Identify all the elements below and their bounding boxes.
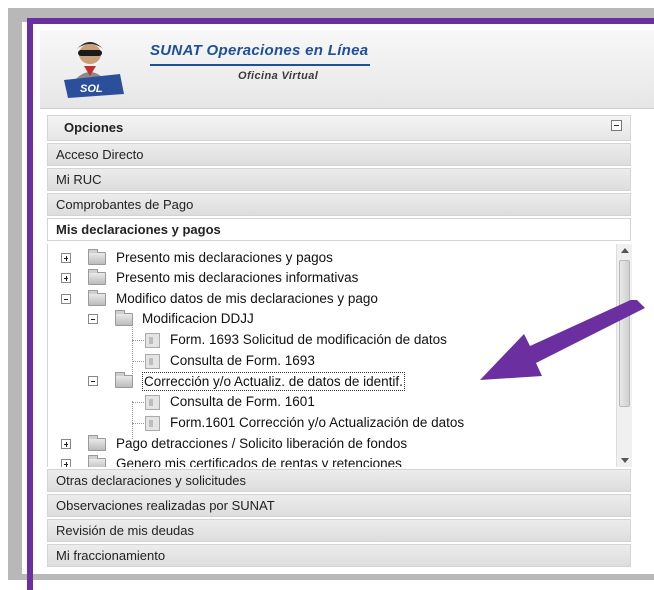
tree-item-label: Form.1601 Corrección y/o Actualización d… (170, 415, 465, 430)
folder-icon (88, 269, 106, 285)
collapse-node-icon[interactable] (61, 294, 71, 304)
opciones-label: Opciones (64, 120, 124, 135)
expand-icon[interactable] (61, 273, 71, 283)
tree-item-form-1601[interactable]: Form.1601 Corrección y/o Actualización d… (48, 413, 608, 433)
menu-acceso-directo[interactable]: Acceso Directo (47, 143, 631, 166)
title-underline (150, 64, 370, 66)
opciones-header[interactable]: Opciones (47, 115, 631, 141)
annotation-frame-left (27, 18, 33, 590)
folder-icon (88, 249, 106, 265)
tree-item-genero-certificados[interactable]: Genero mis certificados de rentas y rete… (48, 454, 608, 467)
collapse-node-icon[interactable] (88, 314, 98, 324)
tree-item-label: Pago detracciones / Solicito liberación … (116, 436, 408, 451)
tree-item-label: Presento mis declaraciones informativas (116, 270, 359, 285)
expand-icon[interactable] (61, 459, 71, 467)
menu-revision-deudas[interactable]: Revisión de mis deudas (47, 519, 631, 542)
tree-item-label: Form. 1693 Solicitud de modificación de … (170, 332, 447, 347)
document-icon (145, 354, 160, 369)
menu-mi-fraccionamiento[interactable]: Mi fraccionamiento (47, 544, 631, 567)
tree-item-label: Genero mis certificados de rentas y rete… (116, 456, 402, 467)
document-icon (145, 395, 160, 410)
annotation-arrow-icon (480, 300, 645, 380)
tree-item-label: Modificacion DDJJ (142, 311, 254, 326)
app-title: SUNAT Operaciones en Línea (150, 42, 369, 59)
sunat-header: SOL SUNAT Operaciones en Línea Oficina V… (40, 30, 654, 109)
sol-logo: SOL (58, 36, 130, 100)
tree-item-consulta-1601[interactable]: Consulta de Form. 1601 (48, 392, 608, 412)
logo-badge-text: SOL (80, 83, 103, 95)
folder-icon (88, 455, 106, 467)
expand-icon[interactable] (61, 439, 71, 449)
menu-otras-declaraciones[interactable]: Otras declaraciones y solicitudes (47, 469, 631, 492)
document-icon (145, 416, 160, 431)
scroll-up-icon[interactable] (621, 248, 629, 253)
folder-open-icon (88, 290, 106, 306)
menu-mi-ruc[interactable]: Mi RUC (47, 168, 631, 191)
collapse-icon[interactable] (611, 120, 622, 131)
menu-comprobantes-de-pago[interactable]: Comprobantes de Pago (47, 193, 631, 216)
tree-item-presento-declaraciones[interactable]: Presento mis declaraciones y pagos (48, 248, 608, 268)
tree-item-label: Consulta de Form. 1693 (170, 353, 315, 368)
app-subtitle: Oficina Virtual (238, 70, 319, 82)
scroll-down-icon[interactable] (621, 458, 629, 463)
folder-open-icon (115, 310, 133, 326)
tree-item-label: Modifico datos de mis declaraciones y pa… (116, 291, 378, 306)
menu-mis-declaraciones[interactable]: Mis declaraciones y pagos (47, 218, 631, 241)
tree-item-label-selected: Corrección y/o Actualiz. de datos de ide… (142, 372, 405, 391)
document-icon (145, 333, 160, 348)
tree-item-label: Presento mis declaraciones y pagos (116, 250, 333, 265)
tree-item-presento-informativas[interactable]: Presento mis declaraciones informativas (48, 268, 608, 288)
expand-icon[interactable] (61, 253, 71, 263)
folder-icon (88, 435, 106, 451)
tree-item-pago-detracciones[interactable]: Pago detracciones / Solicito liberación … (48, 434, 608, 454)
folder-open-icon (115, 372, 133, 388)
annotation-frame-top (27, 18, 654, 24)
menu-observaciones-sunat[interactable]: Observaciones realizadas por SUNAT (47, 494, 631, 517)
tree-item-label: Consulta de Form. 1601 (170, 394, 315, 409)
collapse-node-icon[interactable] (88, 376, 98, 386)
